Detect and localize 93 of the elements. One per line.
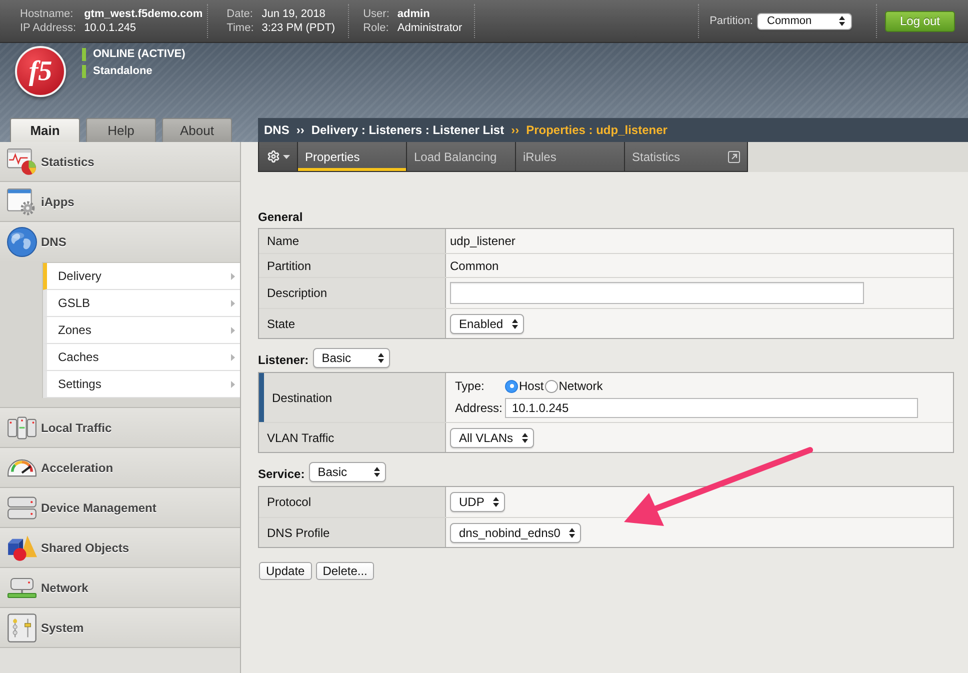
up-down-arrows-icon	[493, 497, 500, 507]
field-label: Type:	[455, 378, 486, 395]
dropdown-select[interactable]: All VLANs	[450, 428, 534, 448]
nav-tab[interactable]: About	[162, 118, 232, 142]
sidebar-item[interactable]: System	[0, 608, 240, 648]
sidebar-item[interactable]: Acceleration	[0, 448, 240, 488]
caret-icon	[282, 154, 290, 158]
chevron-right-icon	[231, 354, 235, 360]
breadcrumb-separator: ››	[296, 122, 304, 139]
sidebar-item[interactable]: DNS	[0, 222, 240, 262]
mode-select[interactable]: Basic	[312, 348, 390, 368]
submenu-item[interactable]: Delivery	[43, 263, 240, 290]
status-indicator-icon	[82, 48, 86, 61]
partition-label: Partition:	[710, 14, 753, 29]
chevron-right-icon	[231, 300, 235, 306]
chevron-right-icon	[231, 326, 235, 334]
info-value: gtm_west.f5demo.com	[84, 7, 203, 21]
submenu-item[interactable]: GSLB	[43, 290, 240, 317]
dropdown-select[interactable]: Enabled	[450, 314, 524, 334]
field-label: Destination	[271, 390, 332, 406]
up-down-arrows-icon	[839, 16, 845, 26]
field-label: State	[266, 316, 296, 332]
section-title: General	[258, 208, 303, 226]
partition-select[interactable]: Common	[757, 12, 852, 30]
address-input[interactable]: 10.1.0.245	[505, 398, 918, 418]
field-label: Partition	[266, 258, 312, 274]
info-label: Date:	[226, 7, 254, 21]
chevron-right-icon	[231, 272, 235, 280]
sidebar-item[interactable]: Local Traffic	[0, 408, 240, 448]
field-label: Description	[266, 285, 328, 302]
form-button[interactable]: Delete...	[316, 562, 374, 580]
nav-tab[interactable]: Help	[86, 118, 156, 142]
mode-select[interactable]: Basic	[308, 462, 386, 482]
radio-button[interactable]	[505, 380, 518, 392]
submenu-item[interactable]: Settings	[43, 371, 240, 398]
dropdown-select[interactable]: UDP	[450, 492, 506, 512]
sidebar-item[interactable]: Network	[0, 568, 240, 608]
sidebar-item[interactable]: Device Management	[0, 488, 240, 528]
info-label: Time:	[226, 21, 254, 35]
info-label: Hostname:	[20, 7, 74, 21]
settings-menu-button[interactable]	[259, 142, 298, 171]
radio-label: Network	[558, 378, 603, 395]
info-label: IP Address:	[20, 21, 76, 35]
nav-tab[interactable]: Main	[10, 118, 80, 142]
up-down-arrows-icon	[512, 318, 518, 328]
tab[interactable]: Properties	[298, 142, 407, 171]
status-indicator-icon	[82, 65, 86, 78]
control-panel-icon	[7, 612, 37, 642]
dropdown-select[interactable]: dns_nobind_edns0	[450, 522, 582, 542]
field-label: Address:	[455, 400, 504, 417]
field-value: udp_listener	[449, 233, 516, 250]
form-button[interactable]: Update	[259, 562, 312, 580]
sidebar-item[interactable]: Shared Objects	[0, 528, 240, 568]
field-value: Common	[449, 258, 499, 274]
field-label: DNS Profile	[266, 524, 330, 542]
info-value: 3:23 PM (PDT)	[262, 21, 336, 35]
gear-icon	[266, 150, 280, 163]
info-label: Role:	[363, 21, 390, 35]
info-value: Administrator	[397, 21, 462, 35]
tab[interactable]: iRules	[516, 142, 625, 171]
breadcrumb-link[interactable]: Delivery : Listeners : Listener List	[311, 121, 504, 139]
up-down-arrows-icon	[378, 353, 384, 363]
globe-icon	[7, 227, 37, 257]
window-gear-icon	[7, 186, 37, 216]
submenu-item[interactable]: Zones	[43, 317, 240, 344]
section-title: Service:	[258, 466, 305, 483]
info-value: 10.0.1.245	[84, 21, 138, 35]
radio-button[interactable]	[544, 380, 558, 392]
breadcrumb-link[interactable]: DNS	[264, 121, 290, 139]
tab[interactable]: Statistics	[625, 142, 747, 171]
field-label: Name	[266, 233, 300, 250]
radio-label: Host	[519, 378, 544, 395]
info-value: Jun 19, 2018	[262, 7, 326, 21]
chart-window-icon	[7, 146, 37, 176]
breadcrumb-current: Properties : udp_listener	[526, 122, 668, 139]
field-label: Protocol	[266, 494, 312, 511]
up-down-arrows-icon	[522, 432, 528, 442]
up-down-arrows-icon	[374, 467, 380, 477]
info-value: admin	[397, 7, 431, 21]
info-label: User:	[363, 7, 390, 21]
submenu-item[interactable]: Caches	[43, 344, 240, 371]
status-text: ONLINE (ACTIVE)	[93, 47, 186, 62]
status-text: Standalone	[93, 64, 152, 80]
field-label: VLAN Traffic	[266, 430, 334, 446]
sidebar-item[interactable]: iApps	[0, 182, 240, 222]
tab[interactable]: Load Balancing	[407, 142, 516, 171]
chevron-right-icon	[231, 380, 235, 388]
logo: f5	[15, 46, 66, 97]
sidebar-item[interactable]: Statistics	[0, 142, 240, 182]
up-down-arrows-icon	[569, 528, 576, 538]
text-input[interactable]	[450, 282, 864, 304]
section-title: Listener:	[258, 352, 309, 369]
breadcrumb-separator: ››	[511, 122, 520, 139]
